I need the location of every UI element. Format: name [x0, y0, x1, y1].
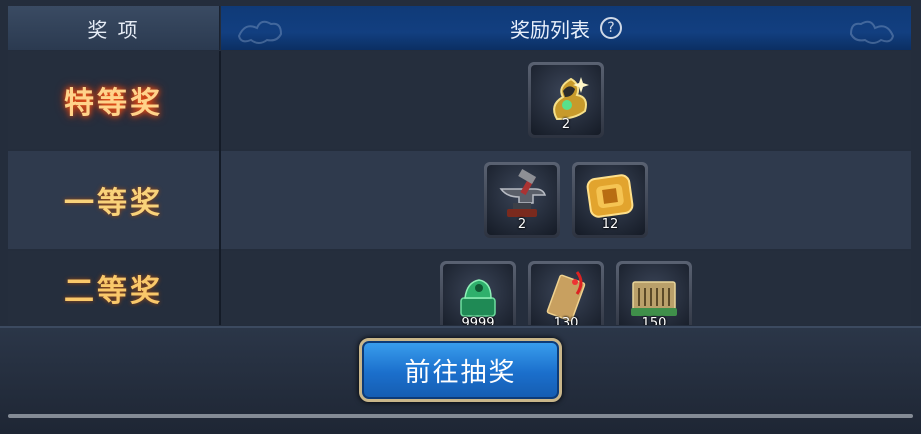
reward-quantity: 9999	[461, 316, 495, 325]
reward-quantity: 2	[561, 117, 571, 132]
reward-item[interactable]: 2	[484, 162, 560, 238]
reward-quantity: 2	[517, 217, 527, 232]
header-reward-column: 奖励列表 ?	[221, 6, 911, 50]
prize-row-grand: 特等奖 2	[8, 51, 911, 149]
prize-row-first: 一等奖 2 12	[8, 151, 911, 249]
reward-list: 2 12	[221, 151, 911, 249]
prize-panel: 奖 项 奖励列表 ? 特等奖 2 一等奖 2 12 二等奖 9999 130 1…	[0, 0, 921, 434]
reward-quantity: 12	[601, 217, 619, 232]
header-prize-column: 奖 项	[8, 6, 220, 50]
reward-quantity: 130	[553, 316, 579, 325]
reward-item[interactable]: 130	[528, 261, 604, 325]
reward-list: 9999 130 150	[221, 251, 911, 325]
go-draw-button[interactable]: 前往抽奖	[359, 338, 562, 402]
reward-list: 2	[221, 51, 911, 149]
prize-row-second: 二等奖 9999 130 150	[8, 251, 911, 325]
prize-name: 二等奖	[64, 274, 163, 309]
reward-item[interactable]: 9999	[440, 261, 516, 325]
header-reward-label: 奖励列表	[510, 17, 590, 42]
prize-name: 一等奖	[64, 186, 163, 221]
reward-item[interactable]: 12	[572, 162, 648, 238]
prize-name: 特等奖	[64, 86, 163, 121]
cloud-ornament-icon	[849, 20, 895, 44]
help-icon[interactable]: ?	[600, 17, 622, 39]
reward-item[interactable]: 150	[616, 261, 692, 325]
column-divider	[219, 51, 221, 325]
reward-quantity: 150	[641, 316, 667, 325]
reward-item[interactable]: 2	[528, 62, 604, 138]
header-prize-label: 奖 项	[87, 17, 140, 42]
footer-divider	[8, 414, 913, 418]
cloud-ornament-icon	[237, 20, 283, 44]
go-draw-button-label: 前往抽奖	[404, 357, 517, 388]
